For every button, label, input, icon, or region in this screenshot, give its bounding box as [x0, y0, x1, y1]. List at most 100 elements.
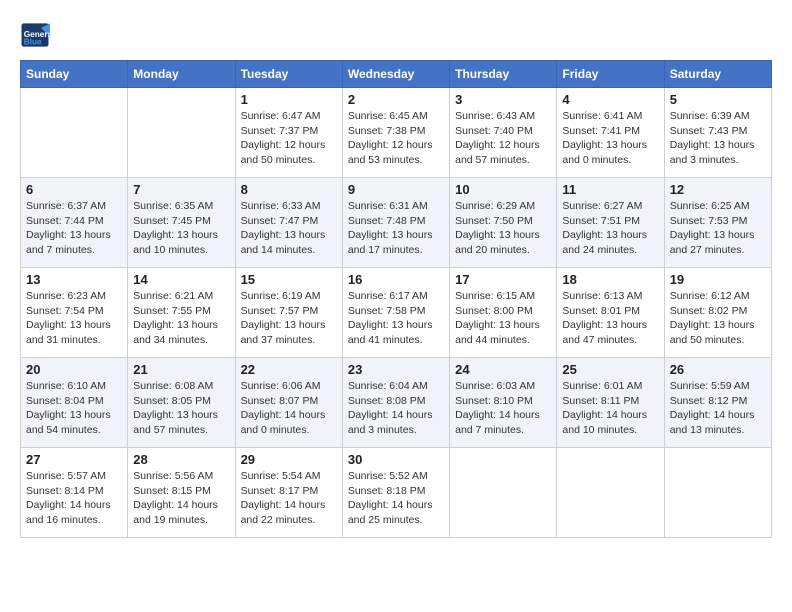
day-number: 1	[241, 92, 337, 107]
day-number: 15	[241, 272, 337, 287]
calendar-header-saturday: Saturday	[664, 61, 771, 88]
day-info: Sunrise: 6:21 AMSunset: 7:55 PMDaylight:…	[133, 289, 229, 348]
day-info: Sunrise: 6:17 AMSunset: 7:58 PMDaylight:…	[348, 289, 444, 348]
day-info: Sunrise: 6:12 AMSunset: 8:02 PMDaylight:…	[670, 289, 766, 348]
day-number: 25	[562, 362, 658, 377]
day-info: Sunrise: 6:37 AMSunset: 7:44 PMDaylight:…	[26, 199, 122, 258]
calendar-cell: 11 Sunrise: 6:27 AMSunset: 7:51 PMDayligh…	[557, 178, 664, 268]
calendar-header-row: SundayMondayTuesdayWednesdayThursdayFrid…	[21, 61, 772, 88]
day-info: Sunrise: 6:10 AMSunset: 8:04 PMDaylight:…	[26, 379, 122, 438]
calendar-cell	[450, 448, 557, 538]
day-info: Sunrise: 6:43 AMSunset: 7:40 PMDaylight:…	[455, 109, 551, 168]
svg-text:Blue: Blue	[24, 37, 42, 46]
calendar-cell: 16 Sunrise: 6:17 AMSunset: 7:58 PMDayligh…	[342, 268, 449, 358]
day-number: 3	[455, 92, 551, 107]
calendar-cell	[128, 88, 235, 178]
day-number: 6	[26, 182, 122, 197]
day-number: 26	[670, 362, 766, 377]
day-info: Sunrise: 6:41 AMSunset: 7:41 PMDaylight:…	[562, 109, 658, 168]
page-header: General Blue	[20, 20, 772, 50]
calendar-cell: 30 Sunrise: 5:52 AMSunset: 8:18 PMDayligh…	[342, 448, 449, 538]
calendar-cell: 2 Sunrise: 6:45 AMSunset: 7:38 PMDaylight…	[342, 88, 449, 178]
calendar-cell: 9Sunrise: 6:31 AMSunset: 7:48 PMDaylight…	[342, 178, 449, 268]
calendar-cell: 13 Sunrise: 6:23 AMSunset: 7:54 PMDayligh…	[21, 268, 128, 358]
day-info: Sunrise: 6:23 AMSunset: 7:54 PMDaylight:…	[26, 289, 122, 348]
day-number: 2	[348, 92, 444, 107]
day-info: Sunrise: 6:33 AMSunset: 7:47 PMDaylight:…	[241, 199, 337, 258]
day-number: 8	[241, 182, 337, 197]
calendar-cell: 23 Sunrise: 6:04 AMSunset: 8:08 PMDayligh…	[342, 358, 449, 448]
calendar-cell: 17 Sunrise: 6:15 AMSunset: 8:00 PMDayligh…	[450, 268, 557, 358]
day-number: 12	[670, 182, 766, 197]
day-info: Sunrise: 6:04 AMSunset: 8:08 PMDaylight:…	[348, 379, 444, 438]
day-number: 14	[133, 272, 229, 287]
day-number: 22	[241, 362, 337, 377]
calendar-cell: 18Sunrise: 6:13 AMSunset: 8:01 PMDayligh…	[557, 268, 664, 358]
day-info: Sunrise: 6:29 AMSunset: 7:50 PMDaylight:…	[455, 199, 551, 258]
day-info: Sunrise: 6:03 AMSunset: 8:10 PMDaylight:…	[455, 379, 551, 438]
day-number: 24	[455, 362, 551, 377]
logo-icon: General Blue	[20, 20, 50, 50]
calendar-cell: 25 Sunrise: 6:01 AMSunset: 8:11 PMDayligh…	[557, 358, 664, 448]
calendar-cell: 3 Sunrise: 6:43 AMSunset: 7:40 PMDaylight…	[450, 88, 557, 178]
calendar-cell: 19 Sunrise: 6:12 AMSunset: 8:02 PMDayligh…	[664, 268, 771, 358]
calendar-cell: 22 Sunrise: 6:06 AMSunset: 8:07 PMDayligh…	[235, 358, 342, 448]
day-number: 5	[670, 92, 766, 107]
day-info: Sunrise: 6:01 AMSunset: 8:11 PMDaylight:…	[562, 379, 658, 438]
calendar-cell: 12Sunrise: 6:25 AMSunset: 7:53 PMDayligh…	[664, 178, 771, 268]
calendar-cell	[21, 88, 128, 178]
day-info: Sunrise: 6:13 AMSunset: 8:01 PMDaylight:…	[562, 289, 658, 348]
calendar-cell: 15 Sunrise: 6:19 AMSunset: 7:57 PMDayligh…	[235, 268, 342, 358]
calendar-cell	[557, 448, 664, 538]
day-info: Sunrise: 5:56 AMSunset: 8:15 PMDaylight:…	[133, 469, 229, 528]
calendar-cell: 5 Sunrise: 6:39 AMSunset: 7:43 PMDaylight…	[664, 88, 771, 178]
day-info: Sunrise: 6:19 AMSunset: 7:57 PMDaylight:…	[241, 289, 337, 348]
day-number: 9	[348, 182, 444, 197]
calendar-cell: 6 Sunrise: 6:37 AMSunset: 7:44 PMDaylight…	[21, 178, 128, 268]
day-number: 4	[562, 92, 658, 107]
day-number: 11	[562, 182, 658, 197]
day-info: Sunrise: 6:39 AMSunset: 7:43 PMDaylight:…	[670, 109, 766, 168]
day-info: Sunrise: 5:54 AMSunset: 8:17 PMDaylight:…	[241, 469, 337, 528]
day-number: 27	[26, 452, 122, 467]
day-info: Sunrise: 6:06 AMSunset: 8:07 PMDaylight:…	[241, 379, 337, 438]
calendar-cell: 10 Sunrise: 6:29 AMSunset: 7:50 PMDayligh…	[450, 178, 557, 268]
day-number: 16	[348, 272, 444, 287]
calendar-cell: 1 Sunrise: 6:47 AMSunset: 7:37 PMDaylight…	[235, 88, 342, 178]
day-number: 13	[26, 272, 122, 287]
day-number: 10	[455, 182, 551, 197]
calendar-header-wednesday: Wednesday	[342, 61, 449, 88]
day-number: 30	[348, 452, 444, 467]
calendar-cell: 21 Sunrise: 6:08 AMSunset: 8:05 PMDayligh…	[128, 358, 235, 448]
day-info: Sunrise: 6:47 AMSunset: 7:37 PMDaylight:…	[241, 109, 337, 168]
calendar-cell: 28 Sunrise: 5:56 AMSunset: 8:15 PMDayligh…	[128, 448, 235, 538]
day-info: Sunrise: 5:52 AMSunset: 8:18 PMDaylight:…	[348, 469, 444, 528]
calendar-header-tuesday: Tuesday	[235, 61, 342, 88]
calendar-cell: 8 Sunrise: 6:33 AMSunset: 7:47 PMDaylight…	[235, 178, 342, 268]
calendar-cell: 26 Sunrise: 5:59 AMSunset: 8:12 PMDayligh…	[664, 358, 771, 448]
day-number: 17	[455, 272, 551, 287]
day-number: 7	[133, 182, 229, 197]
day-number: 21	[133, 362, 229, 377]
day-info: Sunrise: 6:08 AMSunset: 8:05 PMDaylight:…	[133, 379, 229, 438]
calendar-cell: 7Sunrise: 6:35 AMSunset: 7:45 PMDaylight…	[128, 178, 235, 268]
calendar-cell: 20Sunrise: 6:10 AMSunset: 8:04 PMDayligh…	[21, 358, 128, 448]
calendar-week-row: 27 Sunrise: 5:57 AMSunset: 8:14 PMDayligh…	[21, 448, 772, 538]
day-number: 19	[670, 272, 766, 287]
day-info: Sunrise: 6:27 AMSunset: 7:51 PMDaylight:…	[562, 199, 658, 258]
calendar-table: SundayMondayTuesdayWednesdayThursdayFrid…	[20, 60, 772, 538]
calendar-week-row: 20Sunrise: 6:10 AMSunset: 8:04 PMDayligh…	[21, 358, 772, 448]
calendar-header-sunday: Sunday	[21, 61, 128, 88]
day-info: Sunrise: 6:15 AMSunset: 8:00 PMDaylight:…	[455, 289, 551, 348]
calendar-cell: 27 Sunrise: 5:57 AMSunset: 8:14 PMDayligh…	[21, 448, 128, 538]
day-info: Sunrise: 5:59 AMSunset: 8:12 PMDaylight:…	[670, 379, 766, 438]
calendar-cell: 14 Sunrise: 6:21 AMSunset: 7:55 PMDayligh…	[128, 268, 235, 358]
logo: General Blue	[20, 20, 54, 50]
day-info: Sunrise: 6:45 AMSunset: 7:38 PMDaylight:…	[348, 109, 444, 168]
calendar-cell: 29Sunrise: 5:54 AMSunset: 8:17 PMDayligh…	[235, 448, 342, 538]
day-number: 28	[133, 452, 229, 467]
calendar-cell: 4 Sunrise: 6:41 AMSunset: 7:41 PMDaylight…	[557, 88, 664, 178]
day-info: Sunrise: 5:57 AMSunset: 8:14 PMDaylight:…	[26, 469, 122, 528]
day-number: 23	[348, 362, 444, 377]
calendar-header-monday: Monday	[128, 61, 235, 88]
